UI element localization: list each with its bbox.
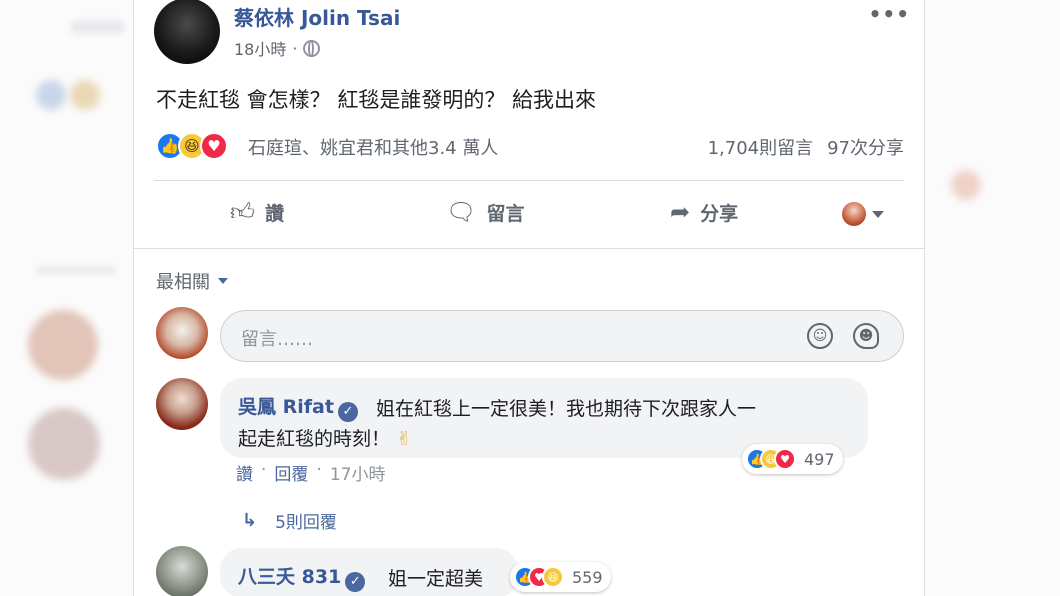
view-replies-link[interactable]: ↳ 5則回覆 [242, 508, 337, 533]
reaction-summary: 👍 😆 ♥ 石庭瑄、姚宜君和其他3.4 萬人 1,704則留言 97次分享 [156, 130, 904, 164]
sort-label: 最相關 [156, 272, 210, 293]
comment-label: 留言 [486, 202, 525, 225]
comment-reactions[interactable]: 👍 ♥ 😆 559 [510, 562, 611, 592]
commenter-name-text[interactable]: 八三夭 831 [238, 566, 341, 588]
commenter-name[interactable]: 吳鳳 Rifat ✓ [238, 392, 358, 422]
author-avatar[interactable] [154, 0, 220, 64]
comment-input[interactable]: 留言…… [241, 325, 313, 351]
more-icon[interactable]: ••• [869, 2, 910, 26]
commenter-name[interactable]: 八三夭 831 ✓ [238, 562, 366, 592]
comment-button[interactable]: 🗨︎ 留言 [446, 198, 524, 226]
facebook-post-card: 蔡依林 Jolin Tsai 18小時 · ••• 不走紅毯 會怎樣？ 紅毯是誰… [133, 0, 925, 596]
divider [154, 180, 904, 181]
comment-actions: 讚 · 回覆 · 17小時 [236, 460, 385, 485]
post-meta: 18小時 · [234, 36, 321, 60]
left-blurred-background [0, 0, 133, 596]
share-button[interactable]: ➦ 分享 [670, 198, 738, 226]
commenter-avatar[interactable] [156, 546, 208, 596]
post-counts: 1,704則留言 97次分享 [708, 134, 904, 160]
comment-reply-link[interactable]: 回覆 [274, 460, 308, 485]
like-icon: 👍︎ [230, 198, 256, 226]
divider [134, 248, 924, 249]
blurred-text [36, 266, 116, 274]
share-icon: ➦ [670, 198, 691, 226]
emoji-icon[interactable]: ☺ [807, 323, 833, 349]
comment-reaction-icons: 👍 😆 ♥ [746, 448, 796, 470]
love-reaction-icon: ♥ [774, 448, 796, 470]
blurred-text [70, 20, 125, 34]
audience-selector[interactable] [842, 202, 884, 226]
reply-arrow-icon: ↳ [242, 510, 258, 531]
blurred-reaction [36, 80, 66, 110]
blurred-avatar [28, 408, 100, 480]
right-blurred-background [925, 0, 1060, 596]
post-header: 蔡依林 Jolin Tsai 18小時 · ••• [154, 0, 914, 66]
replies-count: 5則回覆 [275, 513, 337, 533]
reaction-icons[interactable]: 👍 😆 ♥ [156, 132, 228, 160]
comment-sort-dropdown[interactable]: 最相關 [156, 268, 228, 294]
chevron-down-icon [218, 278, 228, 284]
commenter-name-text[interactable]: 吳鳳 Rifat [238, 396, 334, 418]
blurred-reaction [70, 80, 100, 110]
comments-count[interactable]: 1,704則留言 [708, 134, 814, 160]
comment-time[interactable]: 17小時 [330, 460, 386, 485]
globe-icon[interactable] [303, 39, 321, 57]
share-label: 分享 [700, 202, 739, 225]
reaction-count: 559 [572, 567, 603, 587]
love-reaction-icon: ♥ [200, 132, 228, 160]
author-name[interactable]: 蔡依林 Jolin Tsai [234, 2, 400, 31]
post-action-bar: 👍︎ 讚 🗨︎ 留言 ➦ 分享 [154, 188, 904, 240]
comment-reaction-icons: 👍 ♥ 😆 [514, 566, 564, 588]
chevron-down-icon [872, 210, 884, 218]
verified-icon: ✓ [337, 402, 358, 422]
sticker-icon[interactable]: ☻ [853, 323, 879, 349]
comment-bubble: 八三夭 831 ✓ 姐一定超美 [220, 548, 518, 596]
separator: · [316, 460, 322, 480]
victory-hand-icon: ✌ [396, 428, 412, 450]
audience-avatar [842, 202, 866, 226]
reactors-text[interactable]: 石庭瑄、姚宜君和其他3.4 萬人 [248, 134, 498, 160]
comment-text: 姐一定超美 [388, 568, 484, 590]
separator: · [261, 460, 267, 480]
like-button[interactable]: 👍︎ 讚 [230, 198, 284, 227]
comment-reactions[interactable]: 👍 😆 ♥ 497 [742, 444, 843, 474]
comment-text: 姐在紅毯上一定很美！我也期待下次跟家人一 [376, 398, 757, 420]
like-label: 讚 [265, 203, 285, 225]
shares-count[interactable]: 97次分享 [827, 134, 904, 160]
comment-composer[interactable]: 留言…… ☺ ☻ [220, 310, 904, 362]
comment-text-continued: 起走紅毯的時刻！ ✌ [238, 424, 412, 451]
haha-reaction-icon: 😆 [542, 566, 564, 588]
blurred-avatar [28, 310, 98, 380]
reaction-count: 497 [804, 449, 835, 469]
commenter-avatar[interactable] [156, 378, 208, 430]
comment-icon: 🗨︎ [446, 198, 477, 226]
blurred-avatar [951, 170, 981, 200]
verified-icon: ✓ [345, 572, 366, 592]
post-text: 不走紅毯 會怎樣？ 紅毯是誰發明的？ 給我出來 [156, 88, 597, 112]
meta-separator: · [292, 38, 298, 58]
post-time[interactable]: 18小時 [234, 36, 286, 60]
current-user-avatar[interactable] [156, 307, 208, 359]
comment-text-line2: 起走紅毯的時刻！ [238, 428, 391, 450]
comment-like-link[interactable]: 讚 [236, 460, 253, 485]
